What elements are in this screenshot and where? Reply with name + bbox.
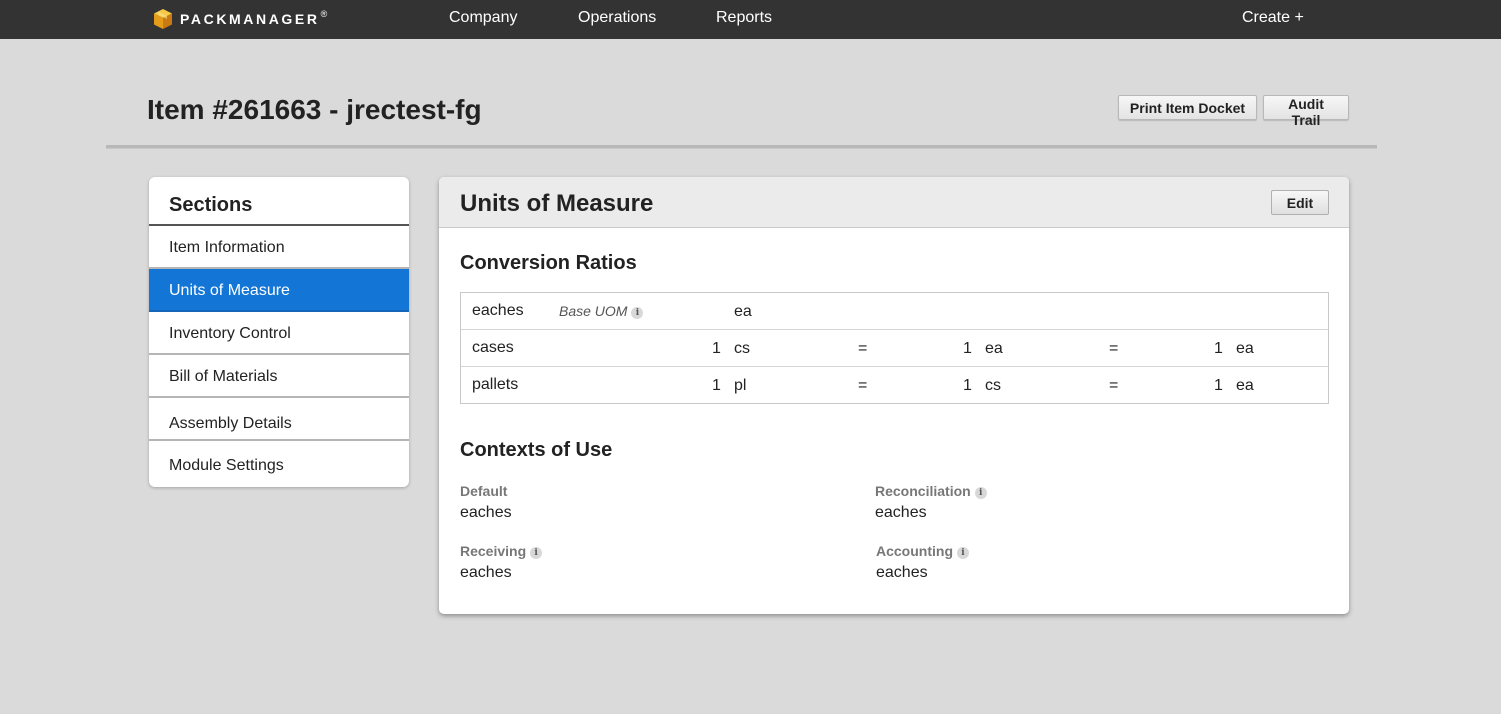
section-inventory-control[interactable]: Inventory Control [149, 312, 409, 355]
table-row: cases 1 cs = 1 ea = 1 ea [461, 330, 1328, 367]
accounting-label: Accounting i [876, 543, 969, 559]
accounting-label-text: Accounting [876, 543, 953, 559]
qty-3: 1 [1214, 377, 1223, 394]
default-label: Default [460, 483, 508, 499]
unit-1: cs [734, 340, 750, 357]
qty-3: 1 [1214, 340, 1223, 357]
registered-mark: ® [320, 9, 328, 19]
conversion-ratios-table: eaches Base UOM i ea cases 1 cs = 1 ea = … [460, 292, 1329, 404]
uom-name: pallets [472, 376, 519, 393]
equals-1: = [858, 377, 868, 394]
unit-1: pl [734, 377, 747, 394]
sections-panel: Sections Item Information Units of Measu… [149, 177, 409, 487]
package-icon [154, 9, 172, 29]
conversion-ratios-heading: Conversion Ratios [460, 252, 637, 274]
edit-button[interactable]: Edit [1271, 190, 1329, 215]
sections-title: Sections [149, 177, 409, 226]
top-navbar: PACKMANAGER ® Company Operations Reports… [0, 0, 1501, 39]
section-units-of-measure[interactable]: Units of Measure [149, 269, 409, 312]
base-uom-text: Base UOM [559, 303, 628, 319]
info-icon[interactable]: i [631, 307, 644, 319]
unit-2: ea [985, 340, 1003, 357]
logo-text: PACKMANAGER [180, 11, 320, 27]
units-of-measure-panel: Units of Measure Edit Conversion Ratios … [439, 177, 1349, 614]
nav-company[interactable]: Company [449, 9, 517, 27]
section-assembly-details[interactable]: Assembly Details [149, 398, 409, 441]
equals-2: = [1109, 340, 1119, 357]
equals-1: = [858, 340, 868, 357]
unit-3: ea [1236, 340, 1254, 357]
reconciliation-value: eaches [875, 504, 927, 521]
info-icon[interactable]: i [957, 547, 969, 559]
header-divider [106, 145, 1377, 149]
receiving-label: Receiving i [460, 543, 543, 559]
info-icon[interactable]: i [974, 487, 987, 499]
accounting-value: eaches [876, 564, 928, 581]
receiving-label-text: Receiving [460, 543, 527, 559]
info-icon[interactable]: i [530, 547, 543, 559]
unit-2: cs [985, 377, 1001, 394]
reconciliation-label: Reconciliation i [875, 483, 987, 499]
uom-abbr: ea [734, 303, 752, 320]
reconciliation-label-text: Reconciliation [875, 483, 971, 499]
nav-reports[interactable]: Reports [716, 9, 772, 27]
base-uom-label: Base UOM i [559, 303, 644, 319]
table-row: pallets 1 pl = 1 cs = 1 ea [461, 367, 1328, 404]
nav-operations[interactable]: Operations [578, 9, 656, 27]
uom-name: eaches [472, 302, 524, 319]
page-title: Item #261663 - jrectest-fg [147, 94, 482, 125]
section-module-settings[interactable]: Module Settings [149, 441, 409, 484]
print-item-docket-button[interactable]: Print Item Docket [1118, 95, 1257, 120]
qty-2: 1 [963, 377, 972, 394]
unit-3: ea [1236, 377, 1254, 394]
section-item-information[interactable]: Item Information [149, 226, 409, 269]
qty-2: 1 [963, 340, 972, 357]
panel-title: Units of Measure [460, 190, 654, 217]
contexts-of-use-heading: Contexts of Use [460, 439, 613, 461]
equals-2: = [1109, 377, 1119, 394]
section-bill-of-materials[interactable]: Bill of Materials [149, 355, 409, 398]
qty-1: 1 [712, 377, 721, 394]
uom-name: cases [472, 339, 514, 356]
audit-trail-button[interactable]: Audit Trail [1263, 95, 1349, 128]
nav-create[interactable]: Create + [1242, 9, 1304, 27]
default-value: eaches [460, 504, 512, 521]
packmanager-logo[interactable]: PACKMANAGER ® [153, 7, 327, 31]
table-row: eaches Base UOM i ea [461, 293, 1328, 330]
panel-header: Units of Measure Edit [439, 177, 1349, 228]
qty-1: 1 [712, 340, 721, 357]
receiving-value: eaches [460, 564, 512, 581]
